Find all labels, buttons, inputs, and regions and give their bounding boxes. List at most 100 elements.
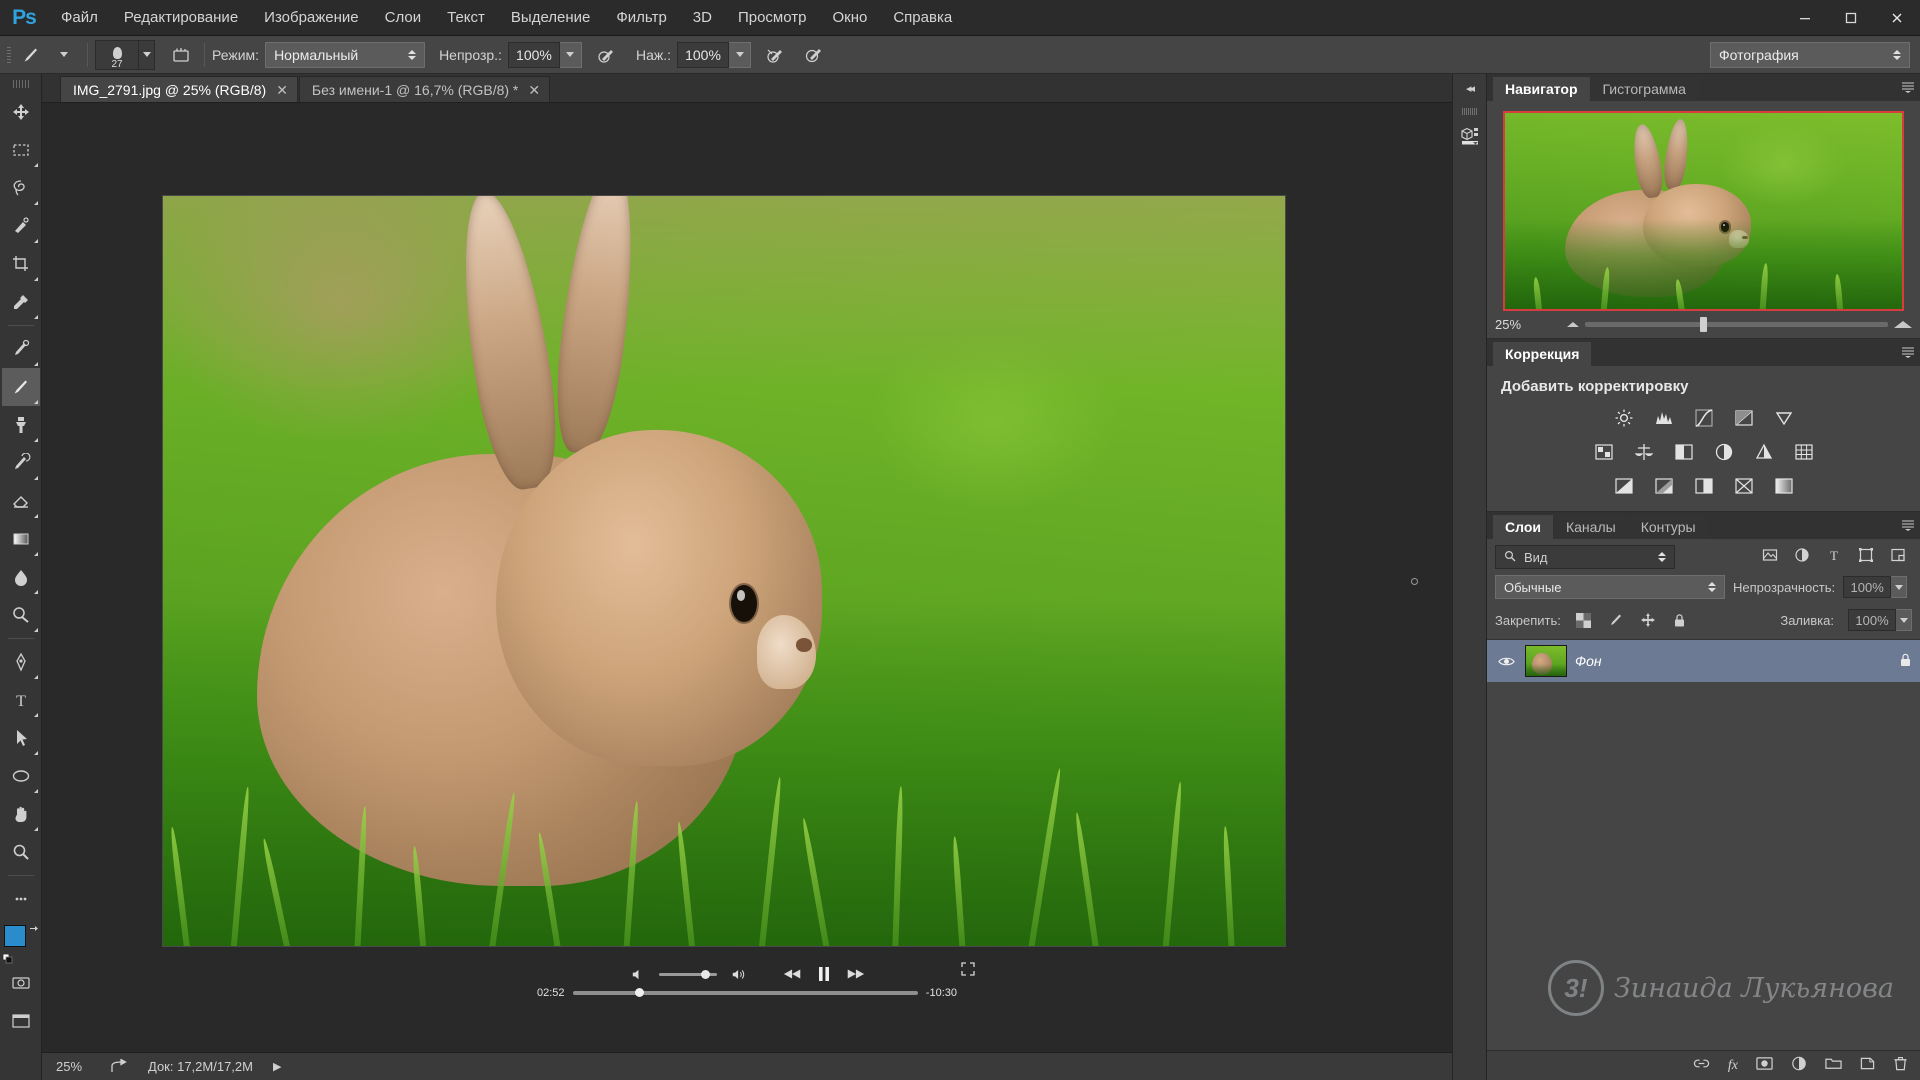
gradient-tool[interactable] [2, 520, 40, 558]
menu-3d[interactable]: 3D [680, 0, 725, 35]
posterize-icon[interactable] [1653, 475, 1675, 497]
brush-tool[interactable] [1, 368, 40, 406]
status-expand-arrow[interactable]: ▶ [267, 1060, 287, 1073]
menu-help[interactable]: Справка [880, 0, 965, 35]
expand-video-icon[interactable] [961, 962, 975, 979]
status-zoom-level[interactable]: 25% [46, 1059, 104, 1074]
brush-preset-dropdown[interactable] [139, 39, 155, 70]
brush-panel-icon[interactable] [165, 40, 197, 70]
fast-forward-icon[interactable] [845, 967, 865, 981]
spot-healing-brush-tool[interactable] [2, 330, 40, 368]
swap-colors-icon[interactable] [28, 924, 39, 938]
current-tool-brush-icon[interactable] [14, 41, 48, 69]
collapse-panels-icon[interactable]: ◂◂ [1453, 78, 1486, 98]
document-tab-img2791[interactable]: IMG_2791.jpg @ 25% (RGB/8) ✕ [60, 76, 298, 102]
layer-thumbnail[interactable] [1525, 645, 1567, 677]
zoom-slider-track[interactable] [1585, 317, 1888, 332]
eyedropper-tool[interactable] [2, 283, 40, 321]
type-tool[interactable]: T [2, 681, 40, 719]
navigator-zoom-value[interactable]: 25% [1495, 317, 1557, 332]
hue-saturation-icon[interactable] [1593, 441, 1615, 463]
new-fill-adjustment-icon[interactable] [1791, 1056, 1807, 1076]
marquee-tool[interactable] [2, 131, 40, 169]
invert-icon[interactable] [1613, 475, 1635, 497]
toolbar-grip[interactable] [12, 80, 29, 88]
pause-icon[interactable] [817, 966, 831, 982]
menu-file[interactable]: Файл [48, 0, 111, 35]
smart-object-filter-icon[interactable] [1890, 547, 1906, 568]
lock-all-icon[interactable] [1671, 611, 1689, 629]
pixel-filter-icon[interactable] [1762, 547, 1778, 568]
color-swatches[interactable] [2, 924, 39, 964]
layer-opacity-value[interactable]: 100% [1843, 576, 1892, 598]
workspace-select[interactable]: Фотография [1710, 41, 1910, 68]
opacity-value[interactable]: 100% [507, 41, 560, 68]
photo-filter-icon[interactable] [1713, 441, 1735, 463]
menu-select[interactable]: Выделение [498, 0, 603, 35]
layer-fill-value[interactable]: 100% [1848, 609, 1896, 631]
navigator-panel-menu-icon[interactable] [1902, 82, 1914, 96]
menu-edit[interactable]: Редактирование [111, 0, 251, 35]
options-bar-grip[interactable] [4, 43, 14, 67]
tab-channels[interactable]: Каналы [1553, 515, 1628, 539]
menu-image[interactable]: Изображение [251, 0, 372, 35]
zoom-tool[interactable] [2, 833, 40, 871]
path-selection-tool[interactable] [2, 719, 40, 757]
color-balance-icon[interactable] [1633, 441, 1655, 463]
blend-mode-select[interactable]: Нормальный [265, 41, 426, 68]
vibrance-icon[interactable] [1773, 407, 1795, 429]
flow-dropdown[interactable] [729, 41, 751, 68]
volume-high-icon[interactable] [731, 967, 747, 982]
brush-preset-caret[interactable] [48, 40, 80, 70]
rewind-icon[interactable] [783, 967, 803, 981]
3d-panel-icon[interactable] [1455, 121, 1485, 151]
layer-opacity-arrow[interactable] [1891, 576, 1908, 598]
blur-tool[interactable] [2, 558, 40, 596]
new-layer-icon[interactable] [1860, 1056, 1875, 1076]
menu-view[interactable]: Просмотр [725, 0, 820, 35]
crop-tool[interactable] [2, 245, 40, 283]
type-filter-icon[interactable]: T [1826, 547, 1842, 568]
menu-layers[interactable]: Слои [372, 0, 434, 35]
lock-transparent-icon[interactable] [1575, 611, 1593, 629]
dock-strip-grip[interactable] [1462, 108, 1477, 115]
document-tab-close-icon[interactable]: ✕ [276, 83, 288, 97]
reset-colors-icon[interactable] [2, 951, 12, 964]
tab-histogram[interactable]: Гистограмма [1590, 77, 1698, 101]
shape-filter-icon[interactable] [1858, 547, 1874, 568]
layer-row-background[interactable]: Фон [1487, 640, 1920, 682]
move-tool[interactable] [2, 93, 40, 131]
flow-value[interactable]: 100% [677, 41, 729, 68]
tab-navigator[interactable]: Навигатор [1493, 77, 1590, 101]
link-layers-icon[interactable] [1693, 1056, 1710, 1076]
eraser-tool[interactable] [2, 482, 40, 520]
layer-style-icon[interactable]: fx [1728, 1058, 1738, 1074]
lock-image-icon[interactable] [1607, 611, 1625, 629]
tab-layers[interactable]: Слои [1493, 515, 1553, 539]
menu-window[interactable]: Окно [819, 0, 880, 35]
navigator-thumbnail[interactable] [1503, 111, 1904, 311]
minimize-button[interactable] [1782, 0, 1828, 35]
color-lookup-icon[interactable] [1793, 441, 1815, 463]
airbrush-icon[interactable] [759, 40, 791, 70]
menu-type[interactable]: Текст [434, 0, 498, 35]
share-icon[interactable] [104, 1058, 134, 1075]
brightness-contrast-icon[interactable] [1613, 407, 1635, 429]
layer-fill-arrow[interactable] [1896, 609, 1912, 631]
screen-mode-icon[interactable] [2, 1002, 40, 1040]
delete-layer-icon[interactable] [1893, 1056, 1908, 1076]
navigator-zoom-slider[interactable] [1567, 317, 1912, 333]
video-seek-slider[interactable] [572, 988, 918, 997]
opacity-dropdown[interactable] [559, 41, 582, 68]
history-brush-tool[interactable] [2, 444, 40, 482]
zoom-in-icon[interactable] [1894, 321, 1912, 328]
new-group-icon[interactable] [1825, 1056, 1842, 1076]
clone-stamp-tool[interactable] [2, 406, 40, 444]
quick-selection-tool[interactable] [2, 207, 40, 245]
gradient-map-icon[interactable] [1773, 475, 1795, 497]
layer-filter-select[interactable]: Вид [1495, 545, 1675, 569]
layers-panel-menu-icon[interactable] [1902, 520, 1914, 534]
foreground-color-swatch[interactable] [3, 925, 26, 947]
edit-toolbar-icon[interactable] [2, 880, 40, 918]
layer-visibility-eye-icon[interactable] [1495, 655, 1517, 668]
